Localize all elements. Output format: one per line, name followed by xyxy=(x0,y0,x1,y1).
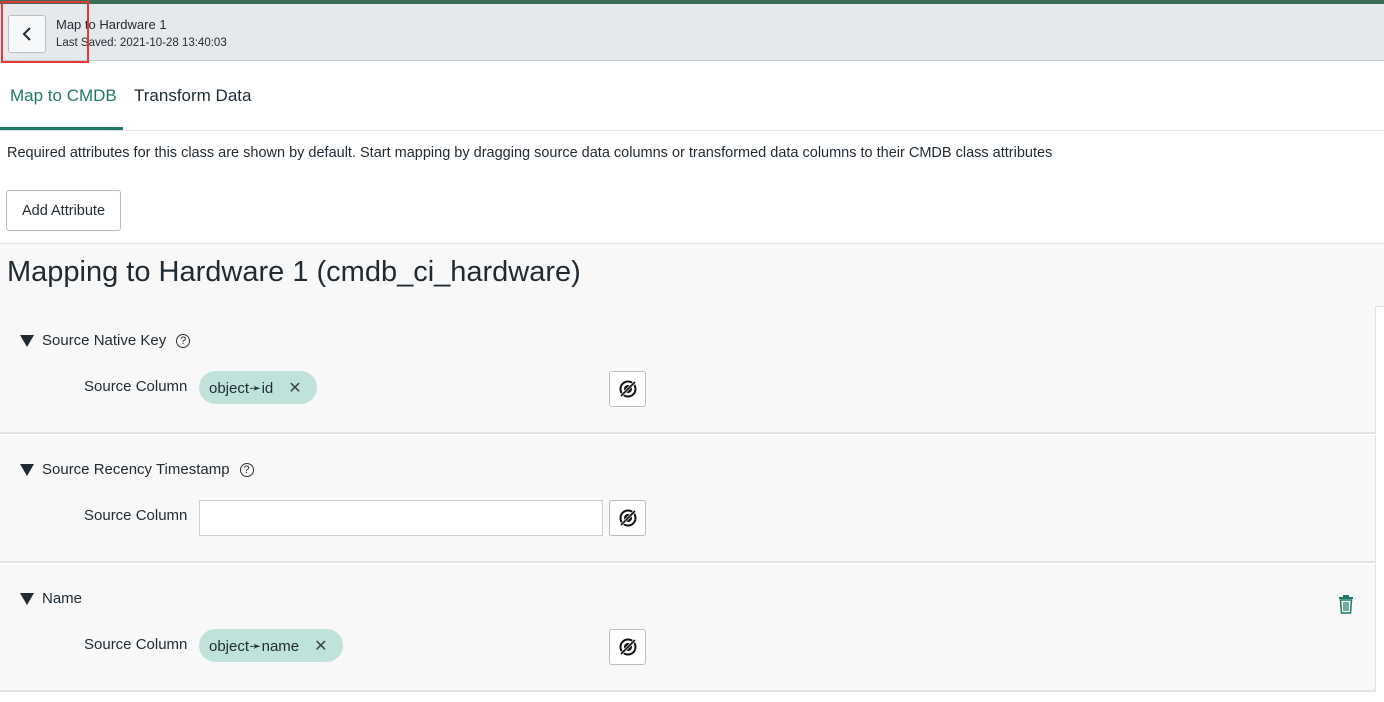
section-header[interactable]: Source Recency Timestamp ? xyxy=(20,461,254,478)
collapse-triangle-icon[interactable] xyxy=(20,334,34,347)
add-attribute-button[interactable]: Add Attribute xyxy=(6,190,121,231)
attribute-section-name: Name Source Column object➛name ✕ xyxy=(0,564,1376,692)
remove-chip-icon[interactable]: ✕ xyxy=(314,636,327,656)
trash-icon xyxy=(1339,595,1353,614)
tab-bar: Map to CMDB Transform Data xyxy=(0,61,1384,131)
source-column-dropzone[interactable] xyxy=(199,500,603,536)
transform-button[interactable] xyxy=(609,629,646,665)
remove-chip-icon[interactable]: ✕ xyxy=(288,378,301,398)
header-bar: Map to Hardware 1 Last Saved: 2021-10-28… xyxy=(0,4,1384,61)
chip-label: object➛name xyxy=(209,637,300,655)
section-label: Name xyxy=(42,590,83,607)
target-icon xyxy=(618,379,637,399)
section-label: Source Native Key xyxy=(42,332,167,349)
collapse-triangle-icon[interactable] xyxy=(20,592,34,605)
source-column-chip[interactable]: object➛name ✕ xyxy=(199,629,343,662)
active-tab-indicator xyxy=(0,127,123,130)
delete-attribute-button[interactable] xyxy=(1337,594,1355,614)
tab-transform-data[interactable]: Transform Data xyxy=(134,86,251,106)
source-column-chip[interactable]: object➛id ✕ xyxy=(199,371,317,404)
section-label: Source Recency Timestamp xyxy=(42,461,230,478)
highlight-box xyxy=(1,1,89,63)
mapping-title: Mapping to Hardware 1 (cmdb_ci_hardware) xyxy=(7,256,581,288)
source-column-label: Source Column xyxy=(84,636,188,653)
section-header[interactable]: Name xyxy=(20,590,82,607)
target-icon xyxy=(618,637,637,657)
help-icon[interactable]: ? xyxy=(239,462,254,477)
collapse-triangle-icon[interactable] xyxy=(20,463,34,476)
attribute-section-source-recency-timestamp: Source Recency Timestamp ? Source Column xyxy=(0,435,1376,563)
tab-map-to-cmdb[interactable]: Map to CMDB xyxy=(10,86,117,106)
transform-button[interactable] xyxy=(609,371,646,407)
source-column-label: Source Column xyxy=(84,378,188,395)
transform-button[interactable] xyxy=(609,500,646,536)
target-icon xyxy=(618,508,637,528)
section-header[interactable]: Source Native Key ? xyxy=(20,332,191,349)
chip-label: object➛id xyxy=(209,379,274,397)
help-icon[interactable]: ? xyxy=(176,333,191,348)
attribute-section-source-native-key: Source Native Key ? Source Column object… xyxy=(0,306,1376,434)
info-text: Required attributes for this class are s… xyxy=(7,145,1053,161)
mapping-title-bar: Mapping to Hardware 1 (cmdb_ci_hardware) xyxy=(0,243,1384,307)
source-column-label: Source Column xyxy=(84,507,188,524)
